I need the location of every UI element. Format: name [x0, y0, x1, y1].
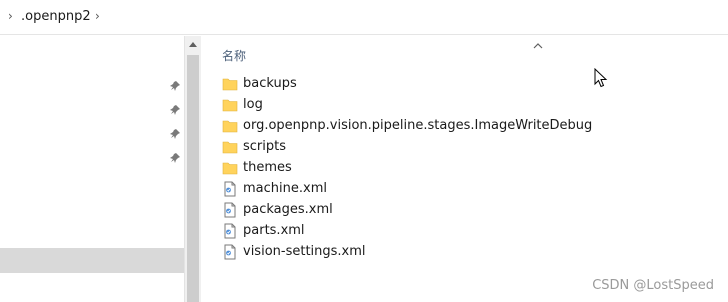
- xml-file-icon: [222, 181, 238, 197]
- file-item[interactable]: parts.xml: [222, 220, 305, 241]
- xml-file-icon: [222, 244, 238, 260]
- address-bar[interactable]: › .openpnp2 ›: [0, 0, 728, 35]
- folder-icon: [222, 76, 238, 92]
- item-name: scripts: [243, 139, 286, 154]
- folder-item[interactable]: themes: [222, 157, 292, 178]
- pin-icon[interactable]: [169, 80, 181, 92]
- item-name: packages.xml: [243, 202, 333, 217]
- navigation-pane: [0, 36, 184, 302]
- item-name: themes: [243, 160, 292, 175]
- chevron-right-icon[interactable]: ›: [8, 9, 13, 23]
- item-name: parts.xml: [243, 223, 305, 238]
- folder-icon: [222, 139, 238, 155]
- folder-icon: [222, 118, 238, 134]
- nav-item-selected[interactable]: [0, 248, 184, 273]
- item-name: machine.xml: [243, 181, 327, 196]
- chevron-right-icon[interactable]: ›: [95, 9, 100, 23]
- folder-item[interactable]: org.openpnp.vision.pipeline.stages.Image…: [222, 115, 592, 136]
- xml-file-icon: [222, 202, 238, 218]
- scrollbar-thumb[interactable]: [187, 55, 199, 302]
- xml-file-icon: [222, 223, 238, 239]
- mouse-cursor-icon: [594, 68, 608, 88]
- item-name: log: [243, 97, 263, 112]
- pin-icon[interactable]: [169, 152, 181, 164]
- item-name: backups: [243, 76, 297, 91]
- folder-icon: [222, 97, 238, 113]
- pin-icon[interactable]: [169, 128, 181, 140]
- sort-up-icon[interactable]: [532, 36, 544, 49]
- folder-item[interactable]: scripts: [222, 136, 286, 157]
- folder-item[interactable]: log: [222, 94, 263, 115]
- item-name: vision-settings.xml: [243, 244, 366, 259]
- file-item[interactable]: machine.xml: [222, 178, 327, 199]
- file-item[interactable]: vision-settings.xml: [222, 241, 366, 262]
- folder-icon: [222, 160, 238, 176]
- folder-item[interactable]: backups: [222, 73, 297, 94]
- scroll-up-icon[interactable]: [185, 36, 201, 53]
- pin-icon[interactable]: [169, 104, 181, 116]
- item-name: org.openpnp.vision.pipeline.stages.Image…: [243, 118, 593, 133]
- watermark: CSDN @LostSpeed: [592, 278, 714, 293]
- breadcrumb-openpnp2[interactable]: .openpnp2: [21, 9, 91, 24]
- file-explorer-window: › .openpnp2 › 名称 backups log org.openpnp.v…: [0, 0, 728, 302]
- column-header-name[interactable]: 名称: [222, 47, 246, 64]
- file-item[interactable]: packages.xml: [222, 199, 333, 220]
- nav-pane-scrollbar[interactable]: [184, 36, 201, 302]
- file-list-pane: 名称 backups log org.openpnp.vision.pipeline…: [202, 36, 728, 302]
